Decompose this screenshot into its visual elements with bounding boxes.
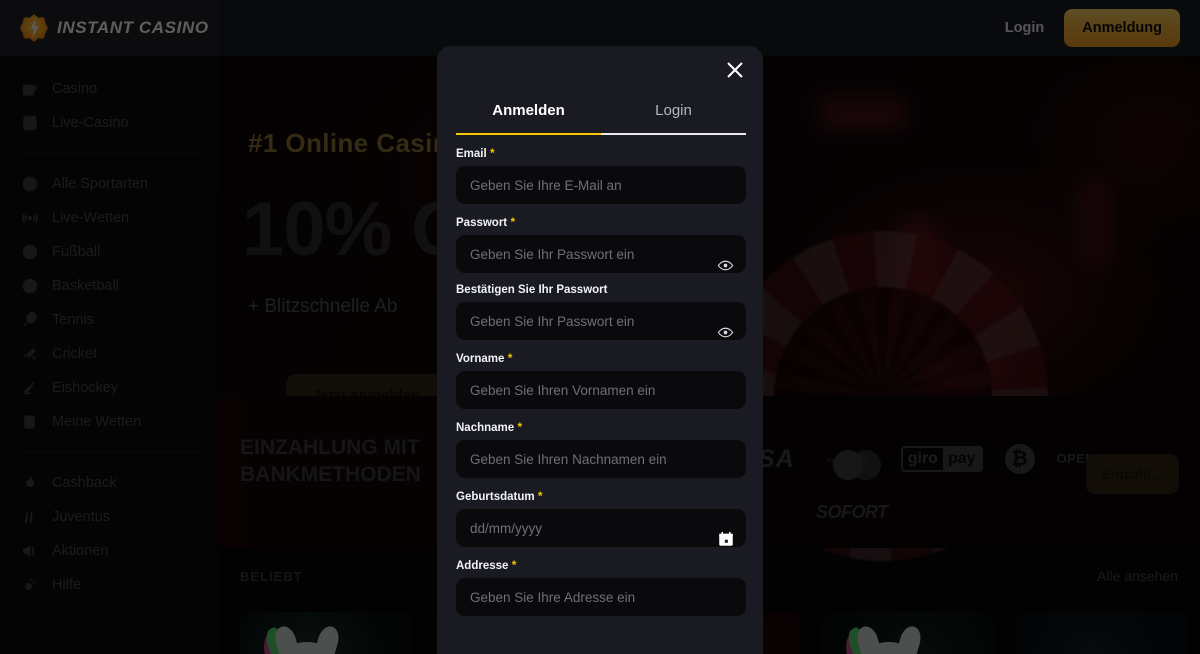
eye-icon[interactable]: [717, 257, 734, 274]
auth-tabs: Anmelden Login: [456, 102, 746, 132]
tab-anmelden[interactable]: Anmelden: [456, 102, 601, 132]
address-field[interactable]: [456, 578, 746, 616]
required-asterisk: *: [487, 146, 495, 160]
address-field-group: Addresse *: [456, 558, 746, 616]
password-field-group: Passwort *: [456, 215, 746, 273]
password-field[interactable]: [456, 235, 746, 273]
address-field-wrapper: [456, 589, 746, 606]
required-asterisk: *: [504, 351, 512, 365]
birthdate-field-wrapper: [456, 520, 746, 537]
birthdate-field[interactable]: [456, 509, 746, 547]
required-asterisk: *: [514, 420, 522, 434]
last-name-field-wrapper: [456, 451, 746, 468]
email-field[interactable]: [456, 166, 746, 204]
last-name-field-group: Nachname *: [456, 420, 746, 478]
required-asterisk: *: [535, 489, 543, 503]
first-name-field[interactable]: [456, 371, 746, 409]
confirm-password-field[interactable]: [456, 302, 746, 340]
required-asterisk: *: [507, 215, 515, 229]
first-name-field-group: Vorname *: [456, 351, 746, 409]
app-root: INSTANT CASINO Login Anmeldung CasinoLiv…: [0, 0, 1200, 654]
last-name-field[interactable]: [456, 440, 746, 478]
first-name-field-label: Vorname *: [456, 351, 746, 365]
tab-login[interactable]: Login: [601, 102, 746, 132]
password-field-wrapper: [456, 246, 746, 263]
confirm-password-field-group: Bestätigen Sie Ihr Passwort: [456, 284, 746, 340]
password-field-label: Passwort *: [456, 215, 746, 229]
close-icon[interactable]: [723, 58, 747, 82]
confirm-password-field-label: Bestätigen Sie Ihr Passwort: [456, 284, 746, 296]
auth-modal: Anmelden Login Email * Passwort * Bestätig…: [437, 46, 763, 654]
registration-form: Email * Passwort * Bestätigen Sie Ihr Pass…: [456, 146, 746, 627]
birthdate-field-label: Geburtsdatum *: [456, 489, 746, 503]
email-field-label: Email *: [456, 146, 746, 160]
email-field-wrapper: [456, 177, 746, 194]
required-asterisk: *: [508, 558, 516, 572]
eye-icon[interactable]: [717, 324, 734, 341]
address-field-label: Addresse *: [456, 558, 746, 572]
calendar-icon[interactable]: [717, 530, 735, 548]
tab-indicator-bar: [456, 133, 746, 135]
birthdate-field-group: Geburtsdatum *: [456, 489, 746, 547]
first-name-field-wrapper: [456, 382, 746, 399]
confirm-password-field-wrapper: [456, 313, 746, 330]
email-field-group: Email *: [456, 146, 746, 204]
last-name-field-label: Nachname *: [456, 420, 746, 434]
